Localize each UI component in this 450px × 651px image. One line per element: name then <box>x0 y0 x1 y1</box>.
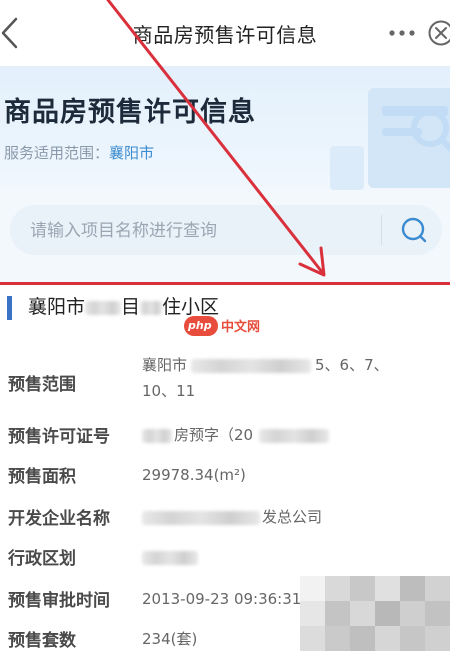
row-value: 房预字（20 <box>142 422 442 448</box>
watermark: php 中文网 <box>184 314 266 338</box>
watermark-text: 中文网 <box>221 320 261 335</box>
row-value: 襄阳市 5、6、7、 10、11 <box>142 352 442 404</box>
search-icon[interactable] <box>394 213 434 247</box>
row-label: 开发企业名称 <box>8 509 110 529</box>
watermark-logo-text: php <box>188 319 212 332</box>
row-value-prefix: 房预字（20 <box>174 426 254 444</box>
row-value-prefix: 襄阳市 <box>142 356 188 374</box>
row-value <box>142 544 442 570</box>
banner-title: 商品房预售许可信息 <box>4 97 256 128</box>
search-box <box>10 205 442 257</box>
watermark-logo: php <box>184 316 218 336</box>
redacted-text <box>85 300 122 315</box>
row-label: 预售范围 <box>8 375 76 395</box>
row-label: 预售面积 <box>8 467 76 487</box>
redacted-text <box>142 510 260 525</box>
service-scope: 服务适用范围：襄阳市 <box>4 142 154 163</box>
project-name-prefix: 襄阳市 <box>28 296 86 318</box>
nav-title: 商品房预售许可信息 <box>132 23 318 47</box>
row-value: 发总公司 <box>142 504 442 530</box>
service-scope-city[interactable]: 襄阳市 <box>109 144 154 162</box>
pixelated-redaction <box>300 576 450 651</box>
redacted-text <box>191 358 312 373</box>
redacted-text <box>142 428 172 443</box>
redacted-text <box>259 428 330 443</box>
page: 商品房预售许可信息 商品房预售许可信息 服务适用范围：襄阳市 请输入项目名称进行… <box>0 0 450 651</box>
search-input[interactable] <box>28 205 372 257</box>
row-label: 预售审批时间 <box>8 591 110 611</box>
search-divider <box>381 215 382 245</box>
banner-decoration-icon <box>330 88 450 190</box>
redacted-text <box>140 300 163 315</box>
row-value: 29978.34(m²) <box>142 466 246 484</box>
project-name-middle: 目 <box>121 296 141 318</box>
service-scope-label: 服务适用范围： <box>4 144 110 162</box>
row-label: 行政区划 <box>8 549 76 569</box>
row-label: 预售许可证号 <box>8 427 110 447</box>
top-navbar: 商品房预售许可信息 <box>0 0 450 66</box>
row-label: 预售套数 <box>8 631 76 651</box>
search-area <box>0 190 450 282</box>
redacted-text <box>142 550 198 565</box>
close-circle-icon[interactable] <box>428 20 450 46</box>
header-banner: 商品房预售许可信息 服务适用范围：襄阳市 <box>0 66 450 190</box>
row-value-suffix: 发总公司 <box>262 508 323 526</box>
row-value-line2: 10、11 <box>142 382 196 400</box>
card-accent-bar <box>7 296 12 320</box>
more-dots-icon[interactable] <box>389 30 415 36</box>
card-top-border <box>0 282 450 285</box>
row-value-suffix: 5、6、7、 <box>315 356 389 374</box>
